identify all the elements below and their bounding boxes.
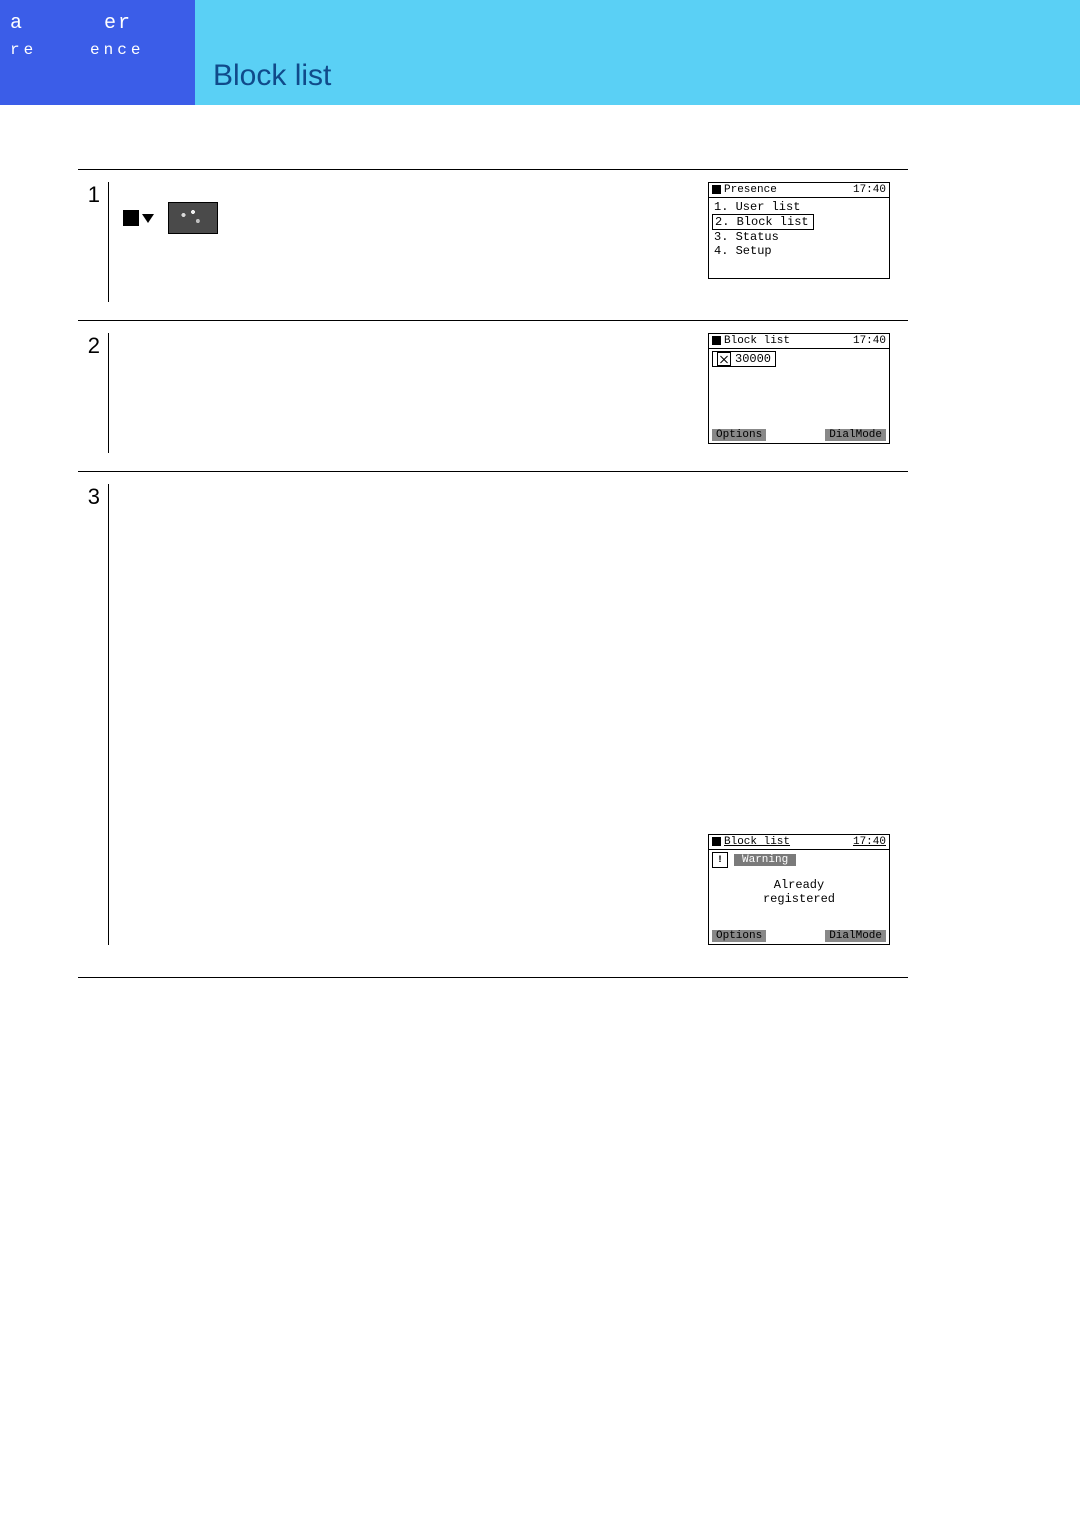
- step-graphic: Presence 17:40 1. User list 2. Block lis…: [708, 182, 908, 302]
- lcd-body: ! Warning Already registered: [709, 850, 889, 930]
- menu-item-setup: 4. Setup: [712, 244, 886, 258]
- step3-line2: [123, 504, 696, 520]
- chapter-word2: er: [104, 12, 132, 35]
- step-number: 3: [78, 484, 109, 945]
- warning-msg-line1: Already: [712, 878, 886, 892]
- step1-line1: [123, 184, 696, 200]
- chapter-sub2: ence: [90, 41, 144, 59]
- menu-item-block-list: 2. Block list: [712, 214, 814, 230]
- nav-icon-strip: [123, 202, 218, 234]
- menu-item-user-list: 1. User list: [712, 200, 886, 214]
- menu-icon: [123, 210, 139, 226]
- step3-bullet5: [123, 612, 696, 628]
- lcd-titlebar: Block list 17:40: [709, 334, 889, 349]
- warning-banner: Warning: [734, 854, 796, 866]
- step3-bullet2: [123, 540, 696, 556]
- content-area: 1 Presence 17:40: [0, 105, 948, 1018]
- page-title: Block list: [195, 0, 331, 105]
- lcd-titlebar: Block list 17:40: [709, 835, 889, 850]
- block-entry-number: 30000: [735, 352, 771, 366]
- step3-line4: [123, 630, 696, 646]
- step-2: 2 Block list 17:40 30000: [78, 320, 908, 471]
- step-body: [109, 333, 708, 453]
- warning-icon: !: [712, 852, 728, 868]
- lcd-body: 30000: [709, 349, 889, 429]
- step2-line1: [123, 335, 696, 351]
- step3-line5: [123, 648, 696, 664]
- step1-line3: [123, 236, 696, 252]
- step2-bullet1: [123, 353, 696, 369]
- step-1: 1 Presence 17:40: [78, 169, 908, 320]
- lcd2-title: Block list: [724, 335, 790, 347]
- step-3: 3 Block list 17:40: [78, 471, 908, 978]
- lcd-titlebar: Presence 17:40: [709, 183, 889, 198]
- lcd-body: 1. User list 2. Block list 3. Status 4. …: [709, 198, 889, 278]
- menu-item-status: 3. Status: [712, 230, 886, 244]
- warning-msg-line2: registered: [712, 892, 886, 906]
- step-graphic: Block list 17:40 30000 Options DialMode: [708, 333, 908, 453]
- block-entry: 30000: [712, 351, 776, 367]
- step-number: 2: [78, 333, 109, 453]
- step3-line3: [123, 558, 696, 574]
- step2-bullet3: [123, 389, 696, 405]
- step-graphic: Block list 17:40 ! Warning Already regis…: [708, 484, 908, 945]
- step1-line2: [123, 202, 696, 234]
- step-number: 1: [78, 182, 109, 302]
- softkey-dialmode: DialMode: [825, 429, 886, 441]
- intro-text: [78, 125, 908, 155]
- block-icon: [717, 352, 731, 366]
- square-icon: [712, 185, 721, 194]
- chapter-word1: a: [10, 12, 24, 35]
- softkey-options: Options: [712, 429, 766, 441]
- softkey-dialmode: DialMode: [825, 930, 886, 942]
- chapter-label: a er: [10, 12, 195, 35]
- down-arrow-icon: [142, 214, 154, 223]
- lcd3-time: 17:40: [853, 836, 886, 848]
- lcd-warning: Block list 17:40 ! Warning Already regis…: [708, 834, 890, 945]
- chapter-box: a er re ence: [0, 0, 195, 105]
- lcd-softkeys: Options DialMode: [709, 429, 889, 443]
- step3-line1: [123, 486, 696, 502]
- square-icon: [712, 336, 721, 345]
- step3-bullet4: [123, 594, 696, 610]
- square-icon: [712, 837, 721, 846]
- step-body: [109, 484, 708, 945]
- step3-bullet3: [123, 576, 696, 592]
- lcd3-title: Block list: [724, 836, 790, 848]
- lcd-block-list: Block list 17:40 30000 Options DialMode: [708, 333, 890, 444]
- chapter-subline: re ence: [10, 41, 195, 59]
- softkey-options: Options: [712, 930, 766, 942]
- lcd2-time: 17:40: [853, 335, 886, 347]
- step-body: [109, 182, 708, 302]
- step3-bullet1: [123, 522, 696, 538]
- lcd1-title: Presence: [724, 184, 777, 196]
- lcd1-time: 17:40: [853, 184, 886, 196]
- chapter-sub1: re: [10, 41, 37, 59]
- lcd-softkeys: Options DialMode: [709, 930, 889, 944]
- step2-bullet4: [123, 407, 696, 423]
- lcd-presence-menu: Presence 17:40 1. User list 2. Block lis…: [708, 182, 890, 279]
- header-band: a er re ence Block list: [0, 0, 1080, 105]
- thumbnail-image: [168, 202, 218, 234]
- step2-bullet2: [123, 371, 696, 387]
